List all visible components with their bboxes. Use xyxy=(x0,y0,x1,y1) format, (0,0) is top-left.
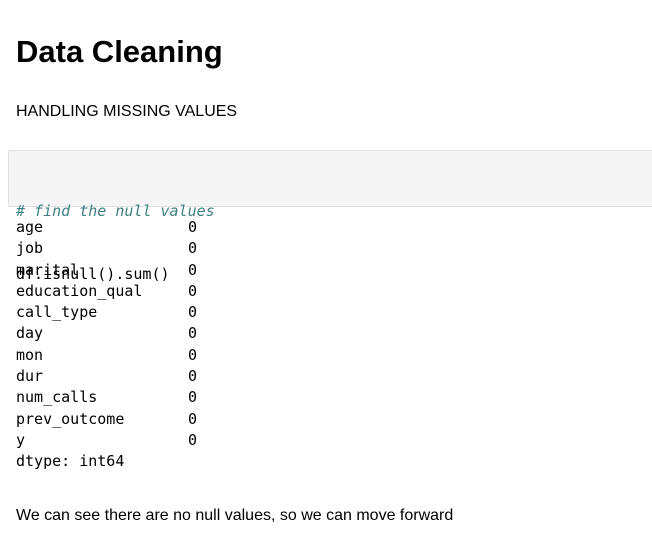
code-cell-input[interactable]: # find the null values df.isnull().sum() xyxy=(8,150,652,283)
output-column-name: prev_outcome xyxy=(16,409,125,428)
output-column-name: age xyxy=(16,218,44,236)
conclusion-text: We can see there are no null values, so … xyxy=(16,507,454,524)
output-null-count: 0 xyxy=(188,260,198,279)
output-column-name: education_qual xyxy=(16,281,143,300)
output-column-name: job xyxy=(16,239,44,258)
output-column-name: call_type xyxy=(16,303,98,322)
output-row: age 0 xyxy=(16,217,197,238)
output-row: education_qual 0 xyxy=(16,281,197,302)
output-column-name: marital xyxy=(16,260,80,279)
section-heading: Data Cleaning xyxy=(16,34,223,69)
output-column-name: dur xyxy=(16,367,44,386)
output-row: day 0 xyxy=(16,323,197,344)
output-null-count: 0 xyxy=(188,430,198,449)
output-null-count: 0 xyxy=(188,218,198,236)
output-column-name: day xyxy=(16,324,44,343)
output-null-count: 0 xyxy=(188,303,198,322)
output-column-name: num_calls xyxy=(16,388,98,407)
cell-output: age 0 job 0 marital 0 education_qual 0 c… xyxy=(16,217,197,473)
output-row: call_type 0 xyxy=(16,302,197,323)
output-null-count: 0 xyxy=(188,345,198,364)
output-null-count: 0 xyxy=(188,367,198,386)
output-row: marital 0 xyxy=(16,260,197,281)
output-column-name: mon xyxy=(16,345,44,364)
output-dtype: dtype: int64 xyxy=(16,452,125,471)
output-row: job 0 xyxy=(16,238,197,259)
output-row: num_calls 0 xyxy=(16,387,197,408)
output-row: dur 0 xyxy=(16,366,197,387)
subheading: HANDLING MISSING VALUES xyxy=(16,103,238,120)
output-null-count: 0 xyxy=(188,239,198,258)
output-row: prev_outcome 0 xyxy=(16,409,197,430)
output-null-count: 0 xyxy=(188,388,198,407)
output-null-count: 0 xyxy=(188,324,198,343)
output-null-count: 0 xyxy=(188,281,198,300)
output-row: mon 0 xyxy=(16,345,197,366)
output-null-count: 0 xyxy=(188,409,198,428)
output-row: y 0 xyxy=(16,430,197,451)
output-column-name: y xyxy=(16,430,26,449)
